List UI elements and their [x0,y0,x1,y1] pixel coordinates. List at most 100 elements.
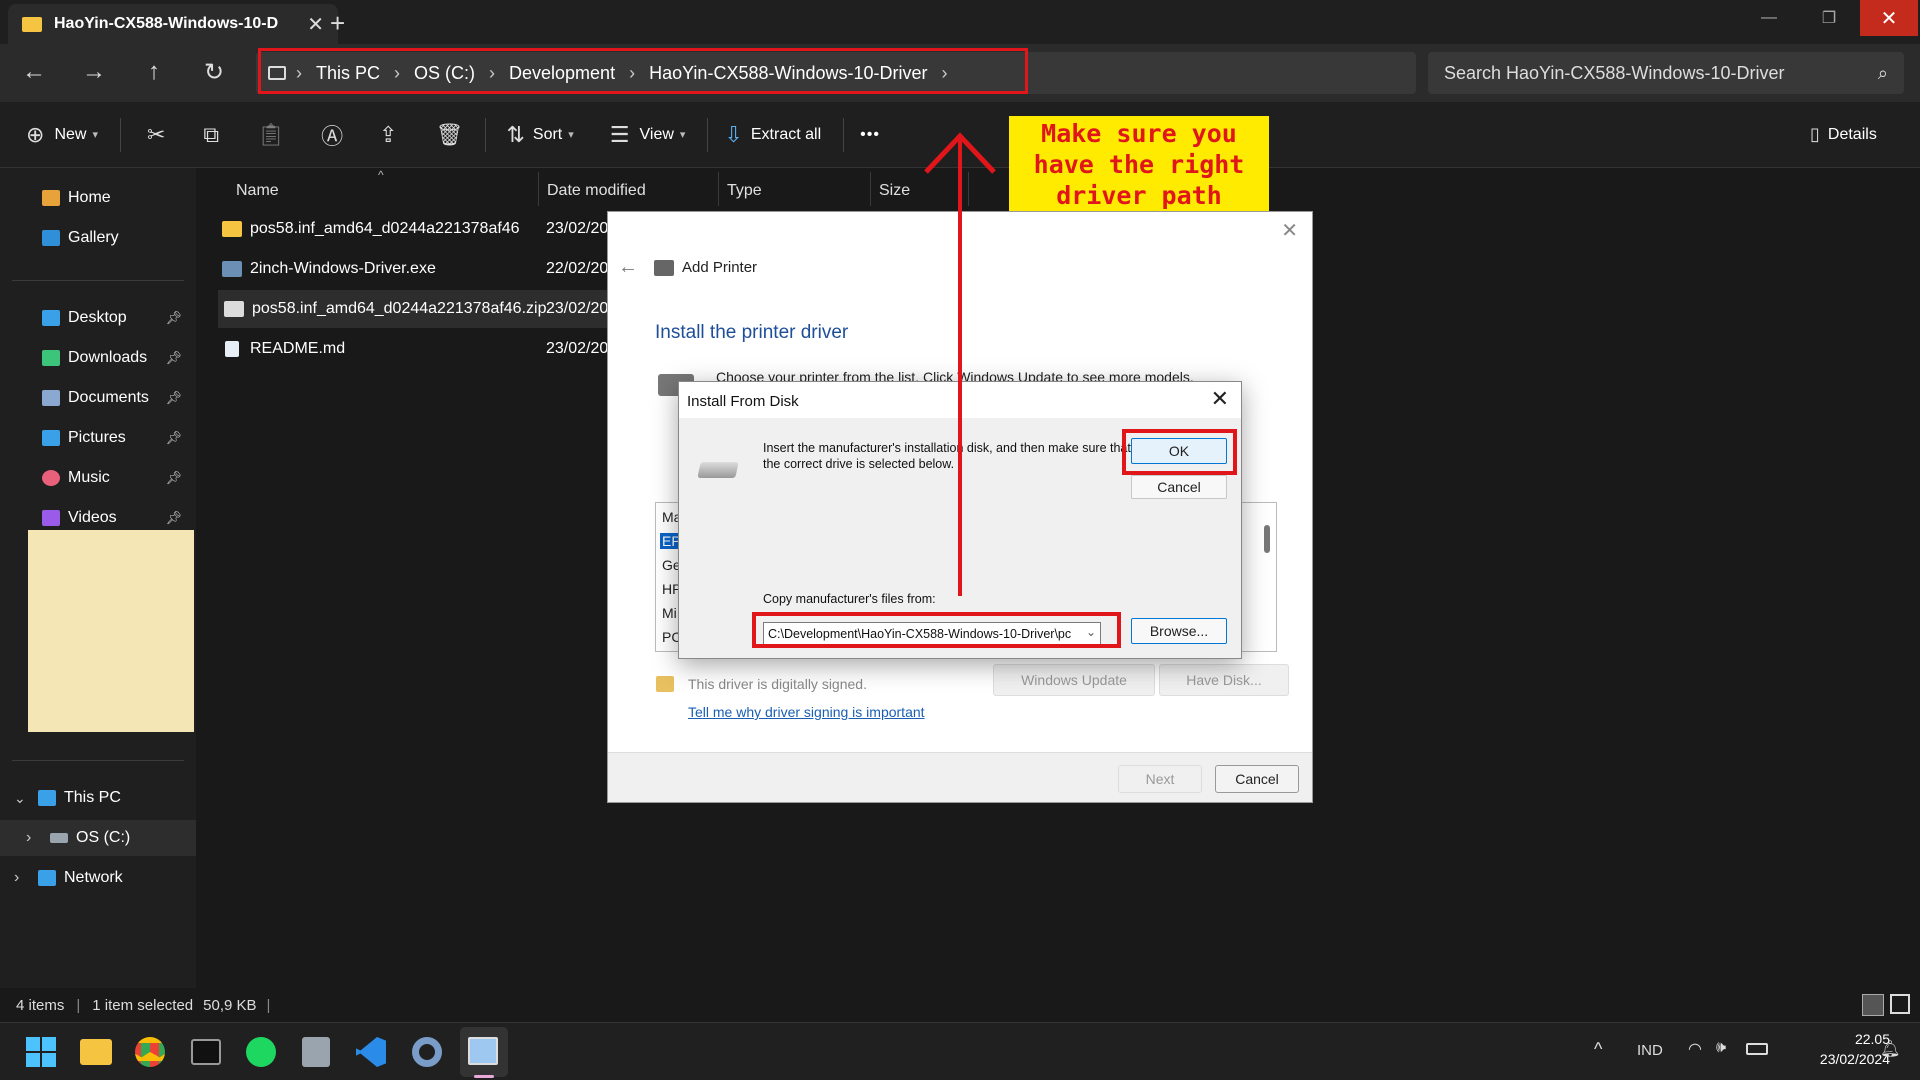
windows-start-icon[interactable] [26,1037,56,1067]
sort-button[interactable]: ⇅ Sort ▾ [506,122,573,148]
rename-icon: Ⓐ [321,123,344,149]
close-window-button[interactable]: ✕ [1860,0,1918,36]
refresh-icon[interactable]: ↻ [192,52,236,92]
rename-button[interactable]: Ⓐ [321,119,343,151]
sticky-note [28,530,194,732]
have-disk-button[interactable]: Have Disk... [1159,664,1289,696]
search-input[interactable]: Search HaoYin-CX588-Windows-10-Driver ⌕ [1428,52,1904,94]
scrollbar-thumb[interactable] [1264,525,1270,553]
extract-all-button[interactable]: ⇩ Extract all [724,122,821,148]
column-separator[interactable] [718,172,719,206]
column-header-date[interactable]: Date modified [547,182,646,200]
explorer-tab[interactable]: HaoYin-CX588-Windows-10-D ✕ [8,4,338,44]
windows-update-button[interactable]: Windows Update [993,664,1155,696]
selection-count: 1 item selected [92,996,194,1014]
sidebar-item-gallery[interactable]: Gallery [0,220,196,256]
more-options-button[interactable]: ••• [860,126,880,144]
input-language[interactable]: IND [1637,1042,1663,1059]
sidebar-item-network[interactable]: › Network [0,860,196,896]
copy-button[interactable]: ⧉ [203,122,219,148]
printer-settings-icon[interactable] [468,1037,498,1065]
new-button[interactable]: ⊕ New ▾ [26,122,98,148]
pin-icon[interactable]: 📌︎ [165,470,182,486]
sidebar-item-documents[interactable]: Documents 📌︎ [0,380,196,416]
sidebar-item-home[interactable]: Home [0,180,196,216]
column-header-size[interactable]: Size [879,182,910,200]
sidebar-item-label: Desktop [68,309,127,326]
settings-gear-icon[interactable] [412,1037,442,1067]
instruction-text: Insert the manufacturer's installation d… [763,441,1131,471]
more-icon: ••• [860,125,880,143]
sidebar-item-label: Home [68,189,111,206]
minimize-button[interactable]: — [1740,0,1798,36]
column-separator[interactable] [968,172,969,206]
up-arrow-icon[interactable]: ↑ [132,52,176,92]
search-icon[interactable]: ⌕ [1878,63,1888,84]
file-date: 22/02/20 [546,260,609,277]
videos-icon [42,510,60,526]
share-icon: ⇪ [379,121,398,147]
column-separator[interactable] [870,172,871,206]
driver-signing-link[interactable]: Tell me why driver signing is important [688,704,925,720]
spotify-icon[interactable] [246,1037,276,1067]
cancel-button[interactable]: Cancel [1131,475,1227,499]
maximize-button[interactable]: ❐ [1800,0,1858,36]
view-button[interactable]: ☰ View ▾ [610,122,686,148]
delete-button[interactable]: 🗑︎ [436,122,464,148]
clock-date[interactable]: 23/02/2024 [1780,1051,1890,1067]
next-button[interactable]: Next [1118,765,1202,793]
column-header-type[interactable]: Type [727,182,762,200]
chevron-down-icon[interactable]: ⌄ [14,790,38,807]
package-icon[interactable] [302,1037,330,1067]
volume-icon[interactable]: 🕪︎ [1716,1039,1726,1057]
cut-button[interactable]: ✂ [147,122,165,148]
sidebar-item-music[interactable]: Music 📌︎ [0,460,196,496]
share-button[interactable]: ⇪ [379,122,397,148]
pin-icon[interactable]: 📌︎ [165,310,182,326]
sidebar-item-desktop[interactable]: Desktop 📌︎ [0,300,196,336]
battery-icon[interactable] [1746,1043,1768,1055]
pin-icon[interactable]: 📌︎ [165,390,182,406]
pin-icon[interactable]: 📌︎ [165,510,182,526]
notification-bell-icon[interactable]: 🔔︎ [1880,1039,1900,1059]
chevron-right-icon[interactable]: › [26,829,50,847]
sort-caret-icon: ^ [378,168,384,182]
cancel-button[interactable]: Cancel [1215,765,1299,793]
details-button[interactable]: ▯ Details [1810,124,1877,145]
zip-icon [224,301,244,317]
tab-close-icon[interactable]: ✕ [307,12,324,37]
pin-icon[interactable]: 📌︎ [165,430,182,446]
browse-button[interactable]: Browse... [1131,618,1227,644]
column-header-name[interactable]: Name [236,182,279,200]
tray-chevron-up-icon[interactable]: ^ [1594,1039,1602,1060]
sidebar-item-pictures[interactable]: Pictures 📌︎ [0,420,196,456]
new-tab-button[interactable]: + [330,8,345,39]
tiles-view-icon[interactable] [1890,994,1910,1014]
vscode-icon[interactable] [356,1037,386,1067]
back-arrow-icon[interactable]: ← [12,52,56,92]
list-item[interactable]: Mi [662,605,677,621]
close-icon[interactable]: ✕ [1281,218,1298,243]
chrome-icon[interactable] [135,1037,165,1067]
sidebar-item-downloads[interactable]: Downloads 📌︎ [0,340,196,376]
close-icon[interactable]: ✕ [1211,386,1229,412]
network-icon [38,870,56,886]
terminal-icon[interactable] [191,1039,221,1065]
wifi-icon[interactable]: ◠ [1688,1039,1702,1059]
clock-time[interactable]: 22.05 [1800,1031,1890,1047]
details-label: Details [1827,125,1877,143]
printer-icon [654,259,674,276]
active-indicator [474,1075,494,1078]
back-arrow-icon[interactable]: ← [618,256,638,279]
sidebar-item-os-c[interactable]: › OS (C:) [0,820,196,856]
details-view-icon[interactable] [1862,994,1884,1016]
pin-icon[interactable]: 📌︎ [165,350,182,366]
paste-button[interactable]: 📋︎ [257,122,285,148]
sidebar-item-this-pc[interactable]: ⌄ This PC [0,780,196,816]
column-separator[interactable] [538,172,539,206]
gallery-icon [42,230,60,246]
file-explorer-icon[interactable] [80,1039,112,1065]
forward-arrow-icon[interactable]: → [72,52,116,92]
sidebar-item-label: Pictures [68,429,126,446]
chevron-right-icon[interactable]: › [14,869,38,887]
